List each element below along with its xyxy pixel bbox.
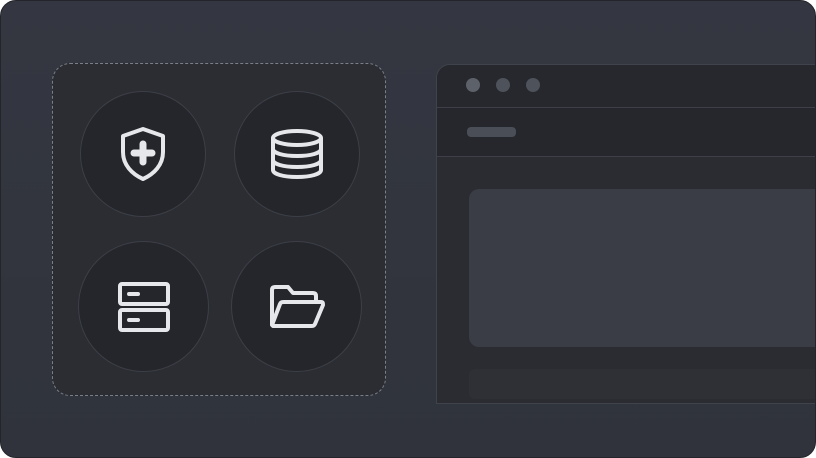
folder-tile[interactable] [231, 241, 362, 372]
shield-plus-tile[interactable] [80, 91, 206, 217]
maximize-dot[interactable] [526, 78, 540, 92]
window-titlebar [437, 65, 815, 108]
app-icon-group [52, 63, 386, 396]
close-dot[interactable] [466, 78, 480, 92]
content-strip [469, 369, 815, 399]
shield-plus-icon [121, 127, 165, 181]
toolbar-placeholder [467, 127, 516, 137]
minimize-dot[interactable] [496, 78, 510, 92]
content-panel [469, 189, 815, 347]
app-card [0, 0, 816, 458]
folder-open-icon [269, 284, 325, 328]
window-content [437, 157, 815, 403]
server-tile[interactable] [78, 241, 209, 372]
window-toolbar [437, 108, 815, 157]
database-tile[interactable] [234, 91, 360, 217]
database-icon [271, 129, 323, 180]
server-icon [117, 281, 170, 332]
app-window-preview [436, 64, 815, 404]
